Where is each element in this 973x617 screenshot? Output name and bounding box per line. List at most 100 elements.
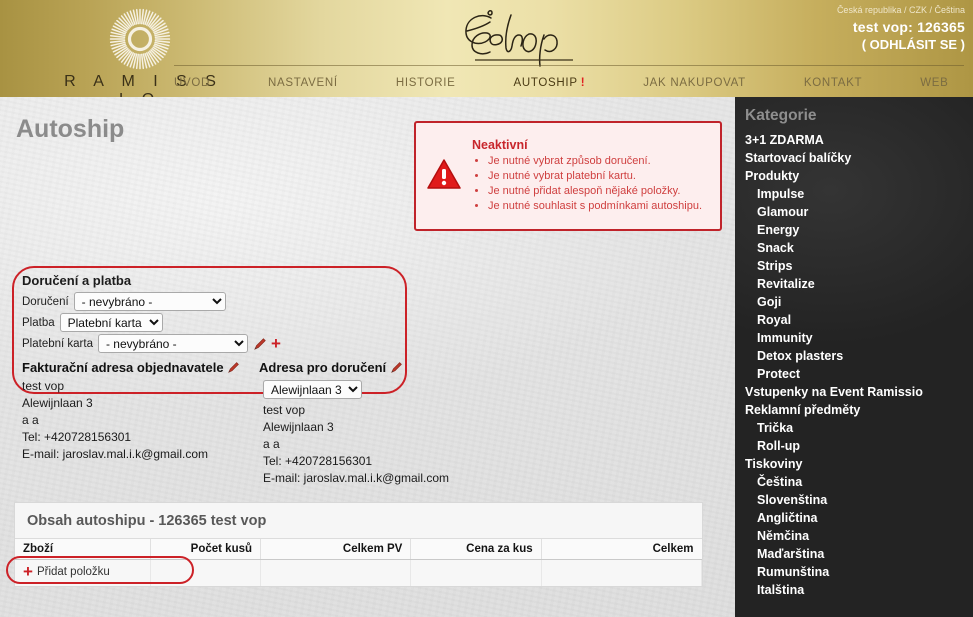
sidebar-item-snack[interactable]: Snack	[735, 239, 973, 257]
sidebar-item-list: 3+1 ZDARMA Startovací balíčky Produkty Impu…	[735, 131, 973, 599]
sunburst-icon	[109, 8, 171, 70]
shipping-address-block: Adresa pro doručení Alewijnlaan 3 test v…	[259, 359, 509, 487]
billing-address-line: test vop	[22, 379, 65, 393]
sidebar-item--e-tina[interactable]: Čeština	[735, 473, 973, 491]
sidebar-item-3-1-zdarma[interactable]: 3+1 ZDARMA	[735, 131, 973, 149]
shipping-address-line: E-mail: jaroslav.mal.i.k@gmail.com	[263, 471, 449, 485]
sidebar-item-protect[interactable]: Protect	[735, 365, 973, 383]
sidebar-item-ital-tina[interactable]: Italština	[735, 581, 973, 599]
sidebar-item-revitalize[interactable]: Revitalize	[735, 275, 973, 293]
shipping-address-line: test vop	[263, 403, 306, 417]
add-item-cell[interactable]: + Přidat položku	[6, 556, 194, 586]
nav-item-label: KONTAKT	[803, 77, 863, 89]
sidebar-item-ma-ar-tina[interactable]: Maďarština	[735, 545, 973, 563]
table-column-header: Celkem PV	[260, 539, 412, 560]
sidebar-item-n-m-ina[interactable]: Němčina	[735, 527, 973, 545]
table-cell	[410, 559, 542, 586]
nav-item-jak-nakupovat[interactable]: JAK NAKUPOVAT	[643, 77, 746, 89]
sidebar-item-startovac-bal-ky[interactable]: Startovací balíčky	[735, 149, 973, 167]
payment-card-label: Platební karta	[22, 337, 93, 350]
pencil-icon[interactable]	[390, 361, 403, 374]
sidebar-item-detox-plasters[interactable]: Detox plasters	[735, 347, 973, 365]
sidebar-item-angli-tina[interactable]: Angličtina	[735, 509, 973, 527]
locale-label[interactable]: Česká republika / CZK / Čeština	[837, 5, 965, 15]
shipping-address-title: Adresa pro doručení	[259, 359, 509, 376]
autoship-table: Zboží Počet kusů Celkem PV Cena za kus Celke…	[6, 539, 703, 586]
sidebar-item-goji[interactable]: Goji	[735, 293, 973, 311]
sidebar-item-produkty[interactable]: Produkty	[735, 167, 973, 185]
billing-address-block: Fakturační adresa objednavatele test vop…	[22, 359, 257, 463]
site-header: R A M I S S I O Česká republika / CZK / …	[0, 0, 973, 97]
sidebar-item-glamour[interactable]: Glamour	[735, 203, 973, 221]
shipping-address-title-text: Adresa pro doručení	[259, 360, 387, 375]
autoship-table-heading: Obsah autoshipu - 126365 test vop	[15, 503, 702, 539]
nav-item-label: AUTOSHIP	[513, 77, 578, 89]
table-column-header: Cena za kus	[410, 539, 542, 560]
plus-icon: +	[23, 562, 33, 581]
alert-item: Je nutné vybrat způsob doručení.	[488, 154, 714, 169]
table-body: + Přidat položku	[6, 556, 703, 586]
table-column-header: Celkem	[541, 539, 702, 560]
logout-link[interactable]: ( ODHLÁSIT SE )	[837, 37, 965, 52]
add-item-button[interactable]: + Přidat položku	[23, 562, 110, 581]
sidebar-item-strips[interactable]: Strips	[735, 257, 973, 275]
nav-item-web[interactable]: WEB	[920, 77, 948, 89]
billing-address-line: a a	[22, 413, 39, 427]
autoship-content-panel: Obsah autoshipu - 126365 test vop Zboží P…	[6, 502, 703, 587]
alert-item: Je nutné souhlasit s podmínkami autoship…	[488, 199, 714, 214]
delivery-method-select[interactable]: - nevybráno -	[73, 292, 226, 311]
billing-address-line: E-mail: jaroslav.mal.i.k@gmail.com	[22, 447, 208, 461]
nav-item-label: WEB	[920, 77, 949, 89]
payment-card-select[interactable]: - nevybráno -	[97, 334, 248, 353]
nav-item-label: NASTAVENÍ	[268, 77, 338, 89]
payment-method-select[interactable]: Platební karta	[59, 313, 163, 332]
nav-item-label: ÚVOD	[174, 77, 211, 89]
user-label: test vop: 126365	[852, 19, 965, 35]
sidebar-item-reklamn-p-edm-ty[interactable]: Reklamní předměty	[735, 401, 973, 419]
shipping-address-line: Alewijnlaan 3	[263, 420, 334, 434]
delivery-method-label: Doručení	[22, 295, 69, 308]
header-account: Česká republika / CZK / Čeština test vop…	[837, 5, 965, 52]
billing-address-title-text: Fakturační adresa objednavatele	[22, 360, 224, 375]
nav-item-autoship[interactable]: AUTOSHIP!	[514, 77, 586, 89]
nav-item--vod[interactable]: ÚVOD	[174, 77, 210, 89]
table-cell	[541, 559, 703, 586]
sidebar-item-immunity[interactable]: Immunity	[735, 329, 973, 347]
nav-item-historie[interactable]: HISTORIE	[396, 77, 456, 89]
alert-item: Je nutné vybrat platební kartu.	[488, 169, 714, 184]
nav-item-label: JAK NAKUPOVAT	[643, 77, 746, 89]
billing-address-line: Tel: +420728156301	[22, 430, 132, 444]
delivery-method-row: Doručení - nevybráno -	[22, 292, 226, 311]
table-cell	[260, 559, 412, 586]
delivery-section-title: Doručení a platba	[22, 273, 132, 288]
eshop-logo	[455, 4, 585, 70]
alert-item-list: Je nutné vybrat způsob doručení.Je nutné…	[472, 154, 714, 214]
nav-item-kontakt[interactable]: KONTAKT	[804, 77, 862, 89]
sidebar-item-tri-ka[interactable]: Trička	[735, 419, 973, 437]
sidebar-item-rumun-tina[interactable]: Rumunština	[735, 563, 973, 581]
table-column-header: Zboží	[15, 539, 151, 560]
nav-divider	[174, 65, 964, 66]
payment-method-label: Platba	[22, 316, 55, 329]
pencil-icon[interactable]	[227, 361, 240, 374]
nav-item-label: HISTORIE	[395, 77, 456, 89]
category-sidebar: Kategorie 3+1 ZDARMA Startovací balíčky Pr…	[735, 97, 973, 617]
sidebar-item-impulse[interactable]: Impulse	[735, 185, 973, 203]
sidebar-item-royal[interactable]: Royal	[735, 311, 973, 329]
shipping-address-line: a a	[263, 437, 280, 451]
sidebar-item-tiskoviny[interactable]: Tiskoviny	[735, 455, 973, 473]
sidebar-title: Kategorie	[745, 107, 817, 124]
billing-address-line: Alewijnlaan 3	[22, 396, 93, 410]
payment-card-row: Platební karta - nevybráno - +	[22, 334, 281, 353]
sidebar-item-roll-up[interactable]: Roll-up	[735, 437, 973, 455]
plus-icon[interactable]: +	[271, 335, 281, 352]
alert-title: Neaktivní	[472, 138, 528, 152]
sidebar-item-energy[interactable]: Energy	[735, 221, 973, 239]
main-nav: ÚVOD NASTAVENÍ HISTORIE AUTOSHIP! JAK NAKUPO…	[174, 72, 964, 94]
billing-address-lines: test vop Alewijnlaan 3 a a Tel: +4207281563…	[22, 378, 257, 463]
pencil-icon[interactable]	[253, 337, 266, 350]
sidebar-item-vstupenky-na-event-ramissio[interactable]: Vstupenky na Event Ramissio	[735, 383, 973, 401]
nav-item-nastaven-[interactable]: NASTAVENÍ	[268, 77, 338, 89]
sidebar-item-sloven-tina[interactable]: Slovenština	[735, 491, 973, 509]
shipping-address-select[interactable]: Alewijnlaan 3	[263, 380, 362, 399]
